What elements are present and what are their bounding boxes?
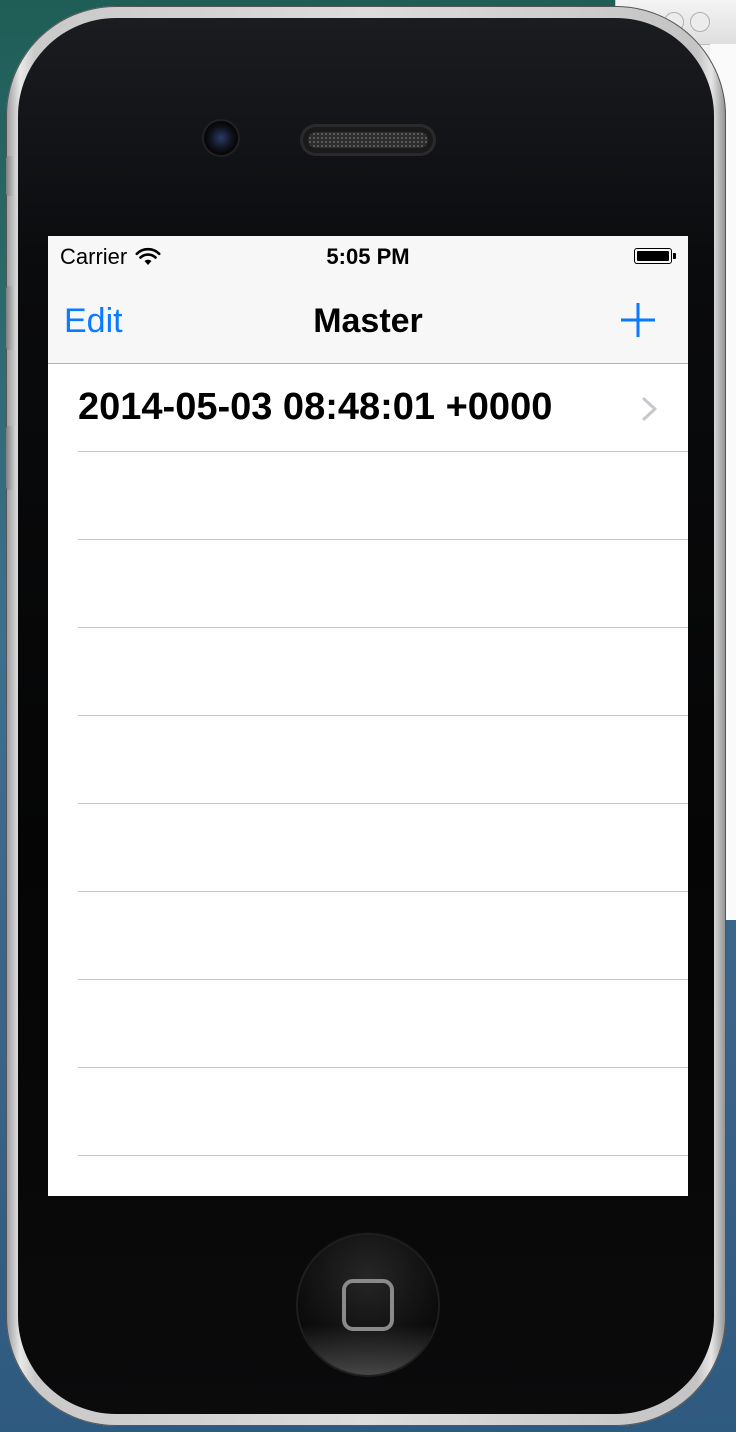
empty-row	[48, 716, 688, 804]
volume-down-button	[6, 426, 16, 490]
window-control-button[interactable]	[690, 12, 710, 32]
home-square-icon	[342, 1279, 394, 1331]
home-button[interactable]	[298, 1235, 438, 1375]
empty-row	[48, 540, 688, 628]
front-camera	[204, 121, 238, 155]
table-row[interactable]: 2014-05-03 08:48:01 +0000	[48, 364, 688, 452]
empty-row	[48, 892, 688, 980]
empty-row	[48, 628, 688, 716]
row-separator	[78, 1155, 688, 1156]
navigation-bar: Edit Master	[48, 278, 688, 364]
empty-row	[48, 804, 688, 892]
speaker-mesh	[308, 132, 428, 148]
mute-switch	[6, 156, 16, 196]
earpiece-speaker	[300, 124, 436, 156]
battery-icon	[634, 248, 676, 266]
volume-up-button	[6, 286, 16, 350]
row-label: 2014-05-03 08:48:01 +0000	[78, 386, 553, 428]
empty-row	[48, 452, 688, 540]
plus-icon	[621, 303, 655, 337]
chevron-right-icon	[642, 397, 657, 421]
status-time: 5:05 PM	[326, 244, 410, 269]
empty-row	[48, 1068, 688, 1156]
empty-row	[48, 980, 688, 1068]
table-view: 2014-05-03 08:48:01 +0000	[48, 364, 688, 1156]
add-button[interactable]	[618, 300, 658, 340]
status-bar: Carrier 5:05 PM	[48, 236, 688, 278]
app-screen: Carrier 5:05 PM Edit Master 2014-05-03 0…	[48, 236, 688, 1196]
page-title: Master	[313, 302, 423, 340]
